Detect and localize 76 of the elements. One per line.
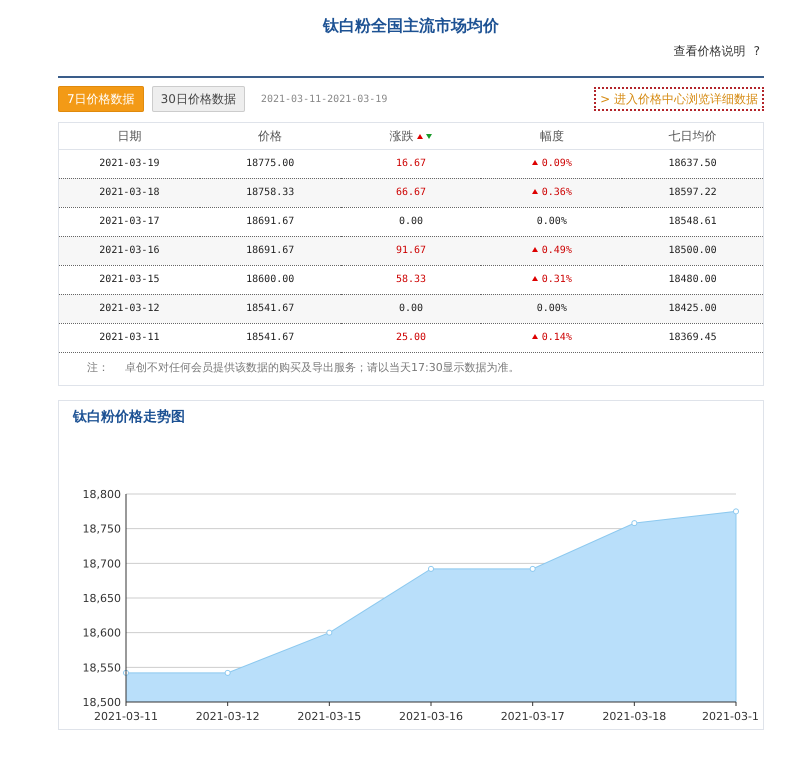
table-cell: 18691.67 <box>246 245 294 256</box>
y-axis-label: 18,800 <box>82 488 121 500</box>
table-cell: 18541.67 <box>246 332 294 343</box>
data-point <box>326 629 332 636</box>
help-mark[interactable]: ? <box>754 42 760 60</box>
table-cell: 18369.45 <box>668 332 717 343</box>
y-axis-label: 18,750 <box>82 522 121 536</box>
change-value: 0.00 <box>398 216 424 227</box>
change-value: 25.00 <box>396 332 426 343</box>
up-arrow-icon <box>532 189 538 194</box>
data-point <box>733 508 739 514</box>
price-note-link[interactable]: 查看价格说明 <box>674 42 746 60</box>
table-cell: 2021-03-19 <box>99 158 160 169</box>
column-header: 价格 <box>258 128 282 143</box>
column-header: 幅度 <box>540 128 564 143</box>
table-cell: 2021-03-12 <box>99 303 160 314</box>
x-axis-label: 2021-03-12 <box>196 710 260 722</box>
up-arrow-icon <box>532 334 538 339</box>
percent-value: 0.00% <box>536 303 567 314</box>
table-cell: 18600.00 <box>246 274 294 285</box>
y-axis-label: 18,600 <box>82 626 121 640</box>
change-value: 0.00 <box>398 303 424 314</box>
table-cell: 2021-03-16 <box>99 245 160 256</box>
page-title: 钛白粉全国主流市场均价 <box>322 15 500 37</box>
data-point <box>631 520 638 526</box>
data-point <box>530 565 536 572</box>
percent-value: 0.00% <box>536 216 567 227</box>
table-cell: 18541.67 <box>246 303 294 314</box>
table-cell: 18425.00 <box>668 303 717 314</box>
x-axis-label: 2021-03-11 <box>94 710 158 722</box>
y-axis-label: 18,500 <box>82 696 121 708</box>
x-axis-label: 2021-03-16 <box>399 710 463 722</box>
up-arrow-icon <box>532 247 538 252</box>
sort-up-icon[interactable] <box>417 134 424 139</box>
table-cell: 18691.67 <box>246 216 294 227</box>
table-cell: 2021-03-15 <box>99 274 160 285</box>
column-header: 七日均价 <box>668 128 717 143</box>
table-cell: 18775.00 <box>246 158 294 169</box>
table-cell: 18597.22 <box>668 187 717 198</box>
table-cell: 2021-03-17 <box>99 216 160 227</box>
chart-title: 钛白粉价格走势图 <box>72 408 186 426</box>
percent-value: 0.14% <box>542 332 572 343</box>
y-axis-label: 18,550 <box>82 660 121 674</box>
percent-value: 0.31% <box>542 274 572 285</box>
table-cell: 18500.00 <box>668 245 717 256</box>
table-cell: 18548.61 <box>668 216 717 227</box>
data-point <box>224 669 231 676</box>
up-arrow-icon <box>532 160 538 165</box>
tab[interactable]: 30日价格数据 <box>152 86 245 112</box>
table-cell: 18480.00 <box>668 274 717 285</box>
y-axis-label: 18,700 <box>82 556 121 570</box>
x-axis-label: 2021-03-17 <box>500 710 565 722</box>
date-range: 2021-03-11-2021-03-19 <box>260 92 388 106</box>
note-text: 卓创不对任何会员提供该数据的购买及导出服务；请以当天17:30显示数据为准。 <box>125 360 520 376</box>
table-cell: 18637.50 <box>668 158 717 169</box>
change-value: 58.33 <box>396 274 426 285</box>
percent-value: 0.49% <box>542 245 572 256</box>
column-header: 日期 <box>117 128 142 143</box>
sort-down-icon[interactable] <box>426 134 432 139</box>
change-value: 16.67 <box>396 158 426 169</box>
note-label: 注： <box>87 360 109 376</box>
data-point <box>428 565 434 572</box>
data-point <box>123 669 129 676</box>
column-header: 涨跌 <box>389 128 414 143</box>
table-cell: 18758.33 <box>246 187 294 198</box>
change-value: 66.67 <box>396 187 426 198</box>
percent-value: 0.09% <box>542 158 572 169</box>
x-axis-label: 2021-03-18 <box>602 710 666 722</box>
change-value: 91.67 <box>396 245 426 256</box>
y-axis-label: 18,650 <box>82 592 121 604</box>
x-axis-label: 2021-03-15 <box>297 710 362 722</box>
table-cell: 2021-03-11 <box>99 332 160 343</box>
table-cell: 2021-03-18 <box>99 187 160 198</box>
percent-value: 0.36% <box>542 187 572 198</box>
x-axis-label: 2021-03-1 <box>702 710 759 722</box>
up-arrow-icon <box>532 276 538 281</box>
